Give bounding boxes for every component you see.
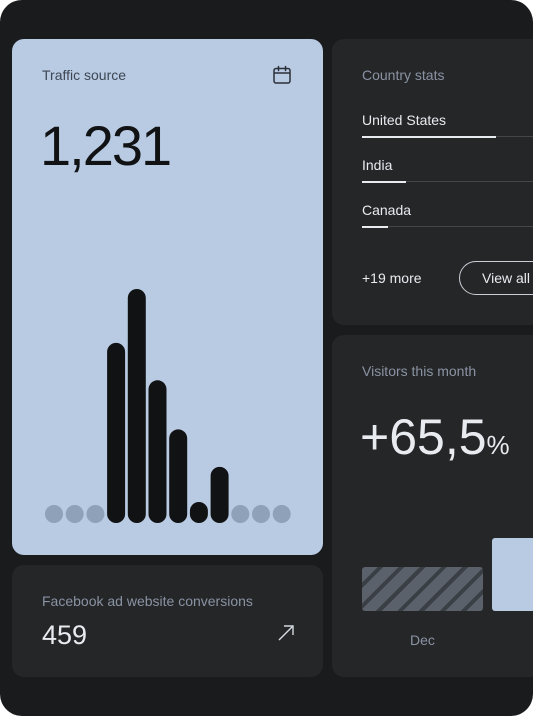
visitors-unit: % <box>486 430 510 460</box>
country-name: United States <box>362 112 447 128</box>
traffic-bar-empty <box>86 505 105 523</box>
country-stats-title: Country stats <box>362 67 445 83</box>
facebook-conversions-value: 459 <box>42 620 88 650</box>
country-stats-card: Country stats United States India Canada… <box>332 39 533 325</box>
traffic-bar <box>169 429 188 523</box>
visitors-number: +65,5 <box>360 409 487 465</box>
visitors-month-label: Dec <box>410 632 435 648</box>
traffic-bar-chart <box>45 289 291 523</box>
country-row-united-states: United States <box>362 112 533 138</box>
traffic-bar <box>148 380 167 523</box>
traffic-bar-empty <box>252 505 270 523</box>
visitors-bar-hatched <box>362 567 483 611</box>
more-countries-count: +19 more <box>362 270 422 286</box>
facebook-conversions-title: Facebook ad website conversions <box>42 593 253 609</box>
dashboard-frame: Traffic source 1,231 Facebook ad website… <box>0 0 533 716</box>
country-name: Canada <box>362 202 412 218</box>
traffic-bar <box>210 466 229 523</box>
traffic-bar <box>127 289 146 523</box>
visitors-title: Visitors this month <box>362 363 477 379</box>
traffic-bar-empty <box>272 505 291 523</box>
visitors-value: +65,5% <box>360 408 510 466</box>
country-share-bar <box>362 226 388 228</box>
traffic-bar-empty <box>231 505 250 523</box>
view-all-button[interactable]: View all <box>459 261 533 295</box>
country-name: India <box>362 157 393 173</box>
visitors-bar-current <box>492 538 533 611</box>
country-row-canada: Canada <box>362 202 533 228</box>
traffic-bar <box>189 501 208 523</box>
traffic-source-card: Traffic source 1,231 <box>12 39 323 555</box>
country-row-india: India <box>362 157 533 183</box>
facebook-conversions-card[interactable]: Facebook ad website conversions 459 <box>12 565 323 677</box>
traffic-bar-empty <box>45 505 63 523</box>
traffic-bar <box>107 342 126 523</box>
visitors-this-month-card: Visitors this month +65,5% Dec <box>332 335 533 677</box>
arrow-up-right-icon[interactable] <box>276 623 296 643</box>
country-share-bar <box>362 181 406 183</box>
country-share-bar <box>362 136 496 138</box>
traffic-bar-empty <box>65 505 84 523</box>
